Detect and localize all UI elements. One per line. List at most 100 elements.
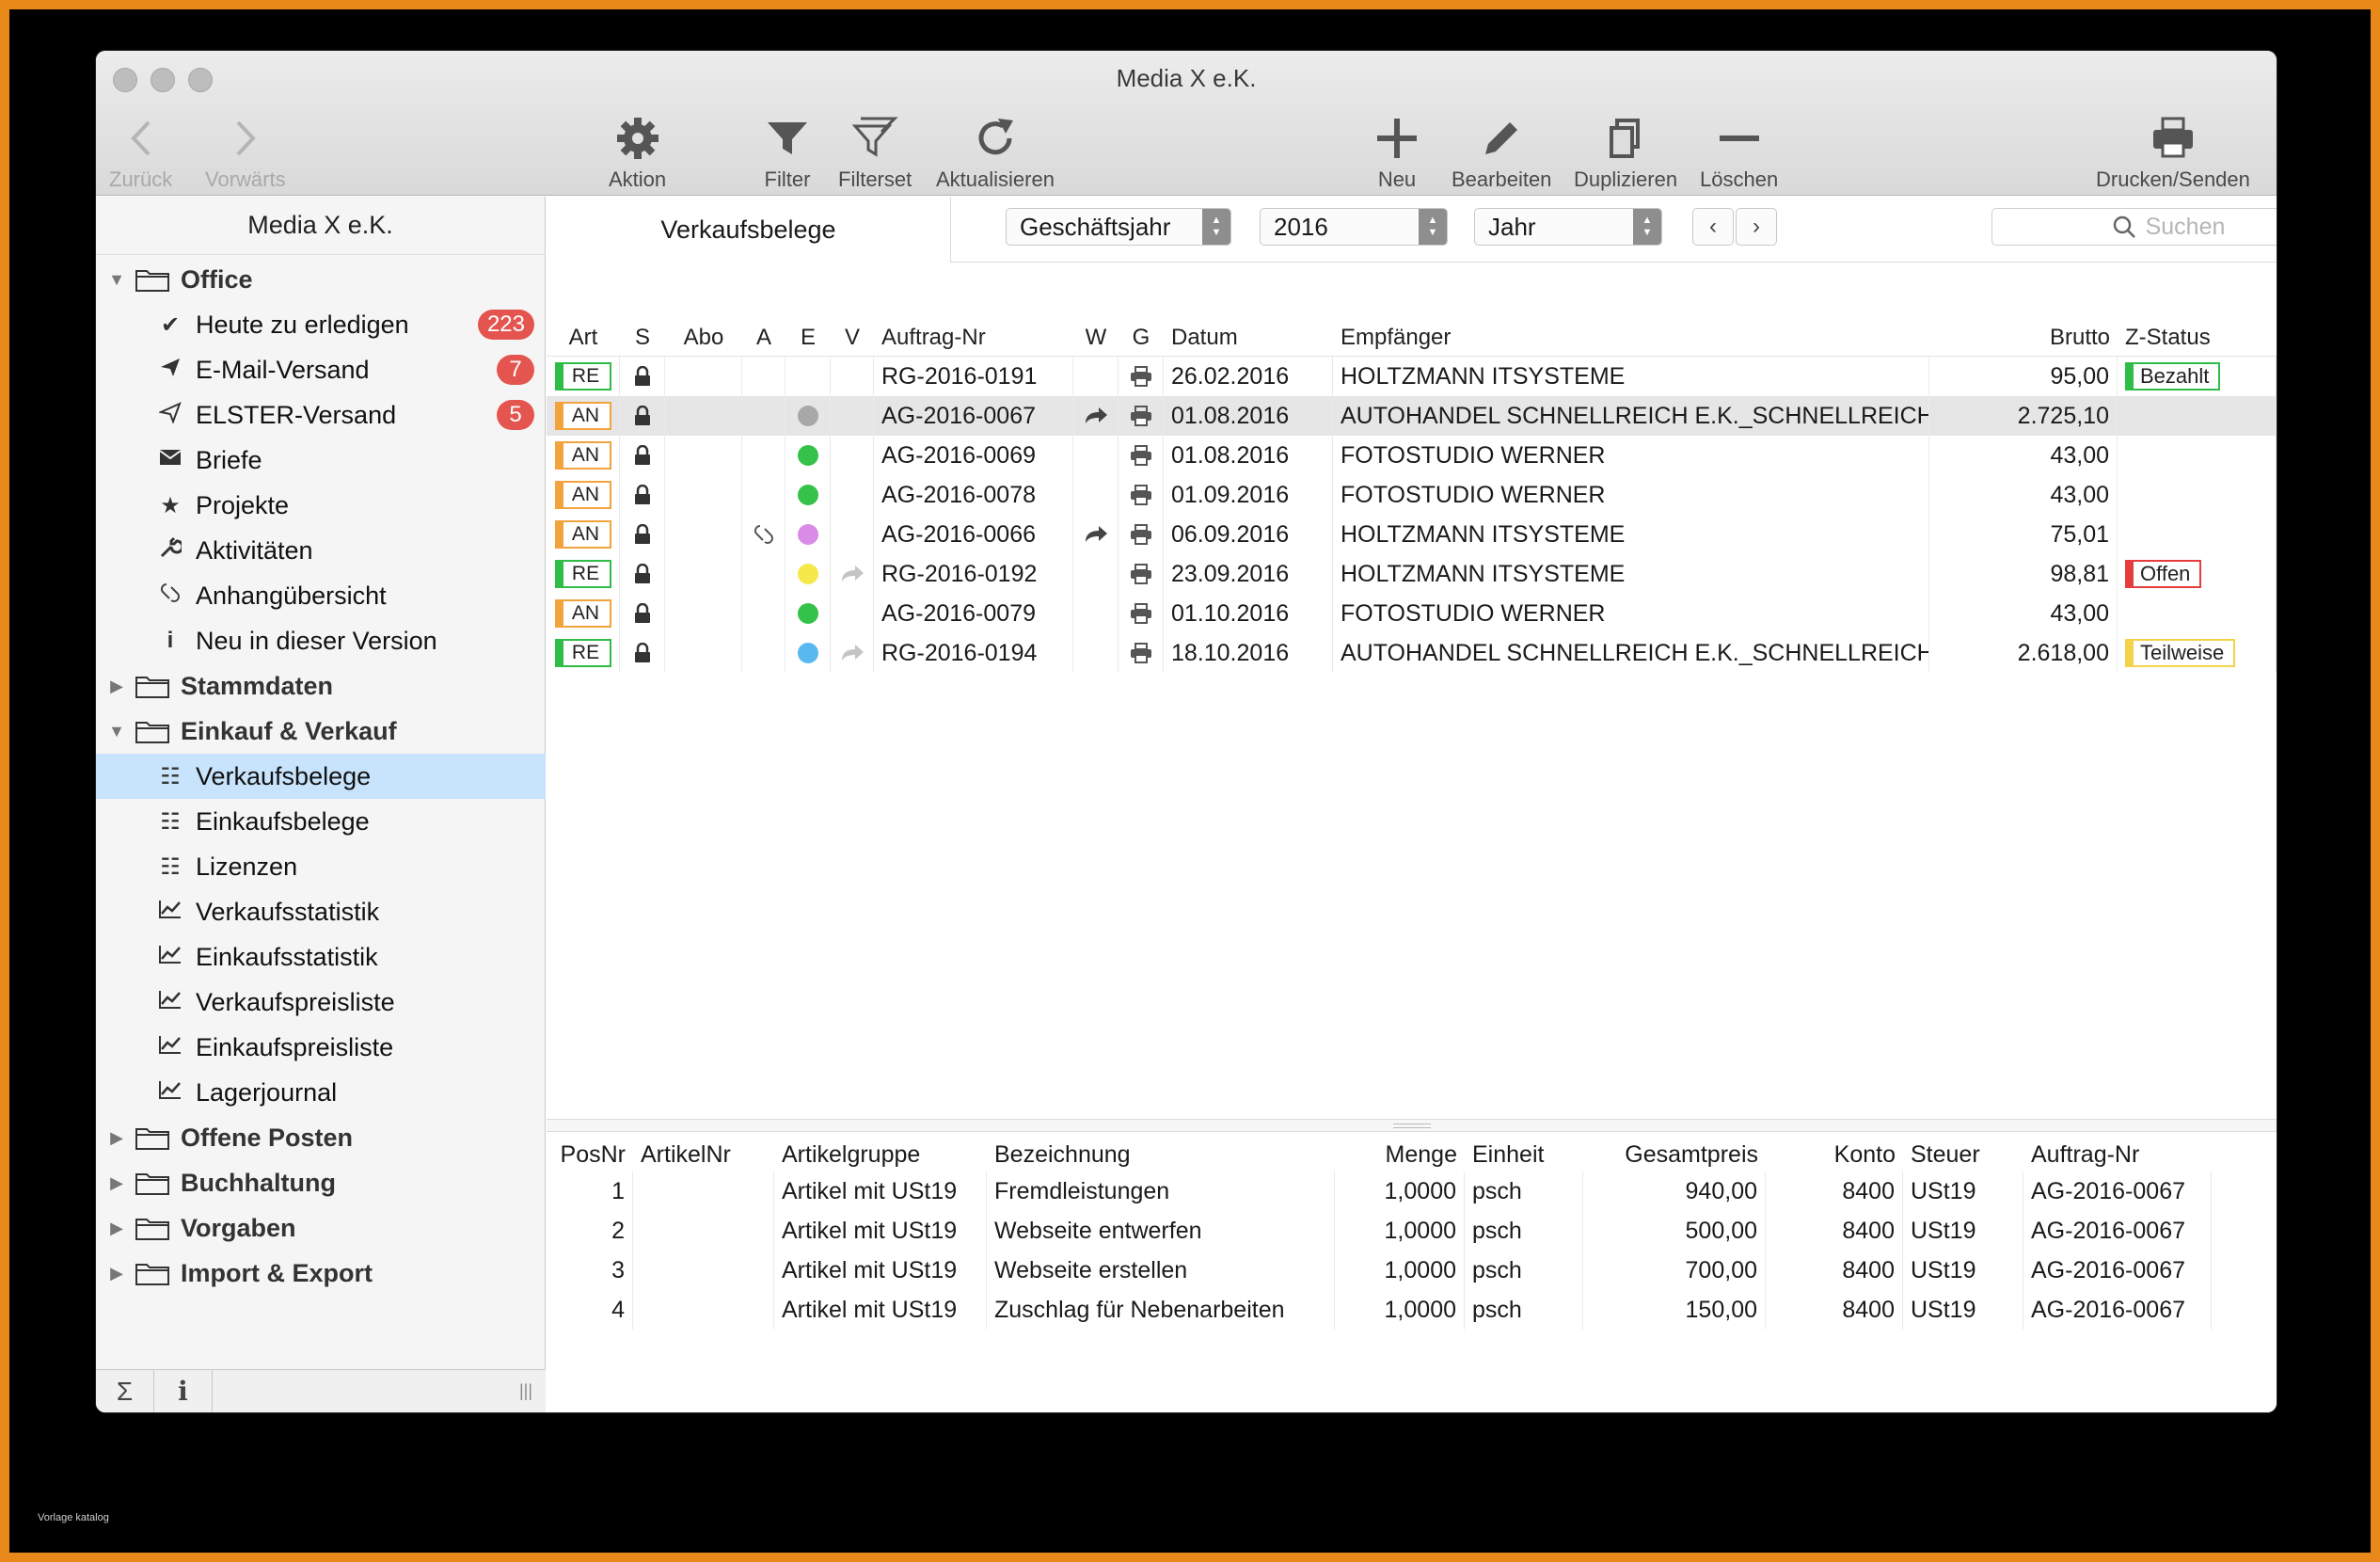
table-row[interactable]: AN AG-2016-0069 01.08.2016 FOTOSTUDIO WERNE… [547, 436, 2277, 475]
filterset-button[interactable]: Filterset [838, 109, 912, 192]
sidebar-item-projekte[interactable]: ★ Projekte [96, 483, 546, 528]
konto-cell: 8400 [1766, 1290, 1903, 1330]
forward-button[interactable]: Vorwärts [205, 109, 286, 192]
sidebar-group-import-export[interactable]: ▶ Import & Export [96, 1251, 546, 1296]
column-header-brutto[interactable]: Brutto [1929, 319, 2118, 356]
column-header-auftrag[interactable]: Auftrag-Nr [874, 319, 1073, 356]
next-period-button[interactable]: › [1736, 208, 1777, 246]
table-row[interactable]: RE RG-2016-0192 23.09.2016 HOLTZMANN ITSYST… [547, 554, 2277, 594]
sidebar-item-einkaufsstatistik[interactable]: Einkaufsstatistik [96, 934, 546, 980]
filter-button[interactable]: Filter [764, 109, 811, 192]
sidebar-item-lagerjournal[interactable]: Lagerjournal [96, 1070, 546, 1115]
table-row[interactable]: AN AG-2016-0067 01.08.2016 AUTOHANDEL SCHNE… [547, 396, 2277, 436]
info-button[interactable]: i [154, 1369, 213, 1412]
table-row[interactable]: 1 Artikel mit USt19 Fremdleistungen 1,0000 p… [547, 1172, 2277, 1211]
menge-cell: 1,0000 [1335, 1290, 1465, 1330]
sidebar-group-vorgaben[interactable]: ▶ Vorgaben [96, 1205, 546, 1251]
year-select[interactable]: 2016 ▲ ▼ [1260, 208, 1448, 246]
sidebar-item-briefe[interactable]: Briefe [96, 438, 546, 483]
payment-status-badge: Offen [2125, 560, 2202, 588]
column-header-w[interactable]: W [1073, 319, 1119, 356]
sidebar-item-aktivitaeten[interactable]: Aktivitäten [96, 528, 546, 573]
sidebar-item-verkaufsstatistik[interactable]: Verkaufsstatistik [96, 889, 546, 934]
disclosure-closed-icon[interactable]: ▶ [105, 677, 128, 696]
sidebar-item-verkaufspreisliste[interactable]: Verkaufspreisliste [96, 980, 546, 1025]
search-input[interactable]: Suchen [1991, 208, 2277, 246]
column-header-empfaenger[interactable]: Empfänger [1333, 319, 1929, 356]
table-row[interactable]: 2 Artikel mit USt19 Webseite entwerfen 1,00… [547, 1211, 2277, 1251]
column-header-konto[interactable]: Konto [1766, 1138, 1903, 1172]
refresh-button[interactable]: Aktualisieren [936, 109, 1055, 192]
back-button[interactable]: Zurück [109, 109, 172, 192]
sidebar-item-lizenzen[interactable]: ☷ Lizenzen [96, 844, 546, 889]
period-select[interactable]: Geschäftsjahr ▲ ▼ [1006, 208, 1231, 246]
type-badge: AN [554, 481, 611, 509]
new-button[interactable]: Neu [1373, 109, 1420, 192]
column-header-artikelnr[interactable]: ArtikelNr [633, 1138, 774, 1172]
sidebar-item-email[interactable]: E-Mail-Versand 7 [96, 347, 546, 392]
print-send-button[interactable]: Drucken/Senden [2096, 109, 2250, 192]
sum-button[interactable]: Σ [96, 1369, 154, 1412]
locked-cell [620, 633, 665, 673]
range-select[interactable]: Jahr ▲ ▼ [1474, 208, 1662, 246]
column-header-menge[interactable]: Menge [1335, 1138, 1465, 1172]
sidebar-item-einkaufsbelege[interactable]: ☷ Einkaufsbelege [96, 799, 546, 844]
wrench-icon [154, 536, 186, 566]
disclosure-closed-icon[interactable]: ▶ [105, 1128, 128, 1148]
disclosure-open-icon[interactable]: ▼ [105, 270, 128, 290]
column-header-zstatus[interactable]: Z-Status [2118, 319, 2277, 356]
split-view-divider[interactable] [547, 1119, 2277, 1132]
sidebar-group-buchhaltung[interactable]: ▶ Buchhaltung [96, 1160, 546, 1205]
action-button[interactable]: Aktion [609, 109, 666, 192]
column-header-datum[interactable]: Datum [1164, 319, 1333, 356]
delete-button[interactable]: Löschen [1700, 109, 1778, 192]
resize-grip[interactable]: ||| [519, 1381, 532, 1401]
posnr-cell: 3 [547, 1251, 633, 1290]
sidebar-group-offene-posten[interactable]: ▶ Offene Posten [96, 1115, 546, 1160]
sidebar-group-stammdaten[interactable]: ▶ Stammdaten [96, 663, 546, 709]
sidebar-group-einkauf-verkauf[interactable]: ▼ Einkauf & Verkauf [96, 709, 546, 754]
disclosure-closed-icon[interactable]: ▶ [105, 1219, 128, 1238]
table-row[interactable]: AN AG-2016-0079 01.10.2016 FOTOSTUDIO WERNE… [547, 594, 2277, 633]
column-header-bezeichnung[interactable]: Bezeichnung [987, 1138, 1335, 1172]
disclosure-closed-icon[interactable]: ▶ [105, 1173, 128, 1193]
table-row[interactable]: 3 Artikel mit USt19 Webseite erstellen 1,00… [547, 1251, 2277, 1290]
table-row[interactable]: 4 Artikel mit USt19 Zuschlag für Nebenarbe… [547, 1290, 2277, 1330]
column-header-gesamtpreis[interactable]: Gesamtpreis [1583, 1138, 1766, 1172]
previous-period-button[interactable]: ‹ [1692, 208, 1734, 246]
forward-arrow-icon [1085, 526, 1107, 542]
artikelnr-cell [633, 1172, 774, 1211]
column-header-artikelgruppe[interactable]: Artikelgruppe [774, 1138, 987, 1172]
sidebar-group-office[interactable]: ▼ Office [96, 257, 546, 302]
column-header-s[interactable]: S [620, 319, 665, 356]
positions-table-body: 1 Artikel mit USt19 Fremdleistungen 1,0000 p… [547, 1172, 2277, 1330]
disclosure-open-icon[interactable]: ▼ [105, 722, 128, 741]
sidebar-item-anhang[interactable]: Anhangübersicht [96, 573, 546, 618]
duplicate-button[interactable]: Duplizieren [1574, 109, 1677, 192]
table-row[interactable]: AN AG-2016-0078 01.09.2016 FOTOSTUDIO WERNE… [547, 475, 2277, 515]
column-header-g[interactable]: G [1119, 319, 1164, 356]
column-header-einheit[interactable]: Einheit [1465, 1138, 1583, 1172]
table-row[interactable]: AN AG-2016-0066 06.09.2016 HOLTZMANN ITSYST… [547, 515, 2277, 554]
column-header-posnr[interactable]: PosNr [547, 1138, 633, 1172]
column-header-auftrag[interactable]: Auftrag-Nr [2023, 1138, 2212, 1172]
sidebar-item-einkaufspreisliste[interactable]: Einkaufspreisliste [96, 1025, 546, 1070]
column-header-art[interactable]: Art [547, 319, 620, 356]
column-header-steuer[interactable]: Steuer [1903, 1138, 2023, 1172]
table-row[interactable]: RE RG-2016-0191 26.02.2016 HOLTZMANN ITSYST… [547, 357, 2277, 396]
disclosure-closed-icon[interactable]: ▶ [105, 1264, 128, 1283]
column-header-e[interactable]: E [785, 319, 831, 356]
printer-icon [1130, 603, 1151, 624]
sidebar-item-verkaufsbelege[interactable]: ☷ Verkaufsbelege [96, 754, 546, 799]
table-row[interactable]: RE RG-2016-0194 18.10.2016 AUTOHANDEL SCHNE… [547, 633, 2277, 673]
column-header-v[interactable]: V [831, 319, 874, 356]
edit-button[interactable]: Bearbeiten [1452, 109, 1551, 192]
tab-verkaufsbelege[interactable]: Verkaufsbelege [547, 197, 951, 263]
sidebar-item-neu[interactable]: i Neu in dieser Version [96, 618, 546, 663]
column-header-abo[interactable]: Abo [665, 319, 742, 356]
attachment-cell [742, 594, 785, 633]
sidebar-item-heute[interactable]: ✔ Heute zu erledigen 223 [96, 302, 546, 347]
sidebar-item-elster[interactable]: ELSTER-Versand 5 [96, 392, 546, 438]
konto-cell: 8400 [1766, 1172, 1903, 1211]
column-header-a[interactable]: A [742, 319, 785, 356]
